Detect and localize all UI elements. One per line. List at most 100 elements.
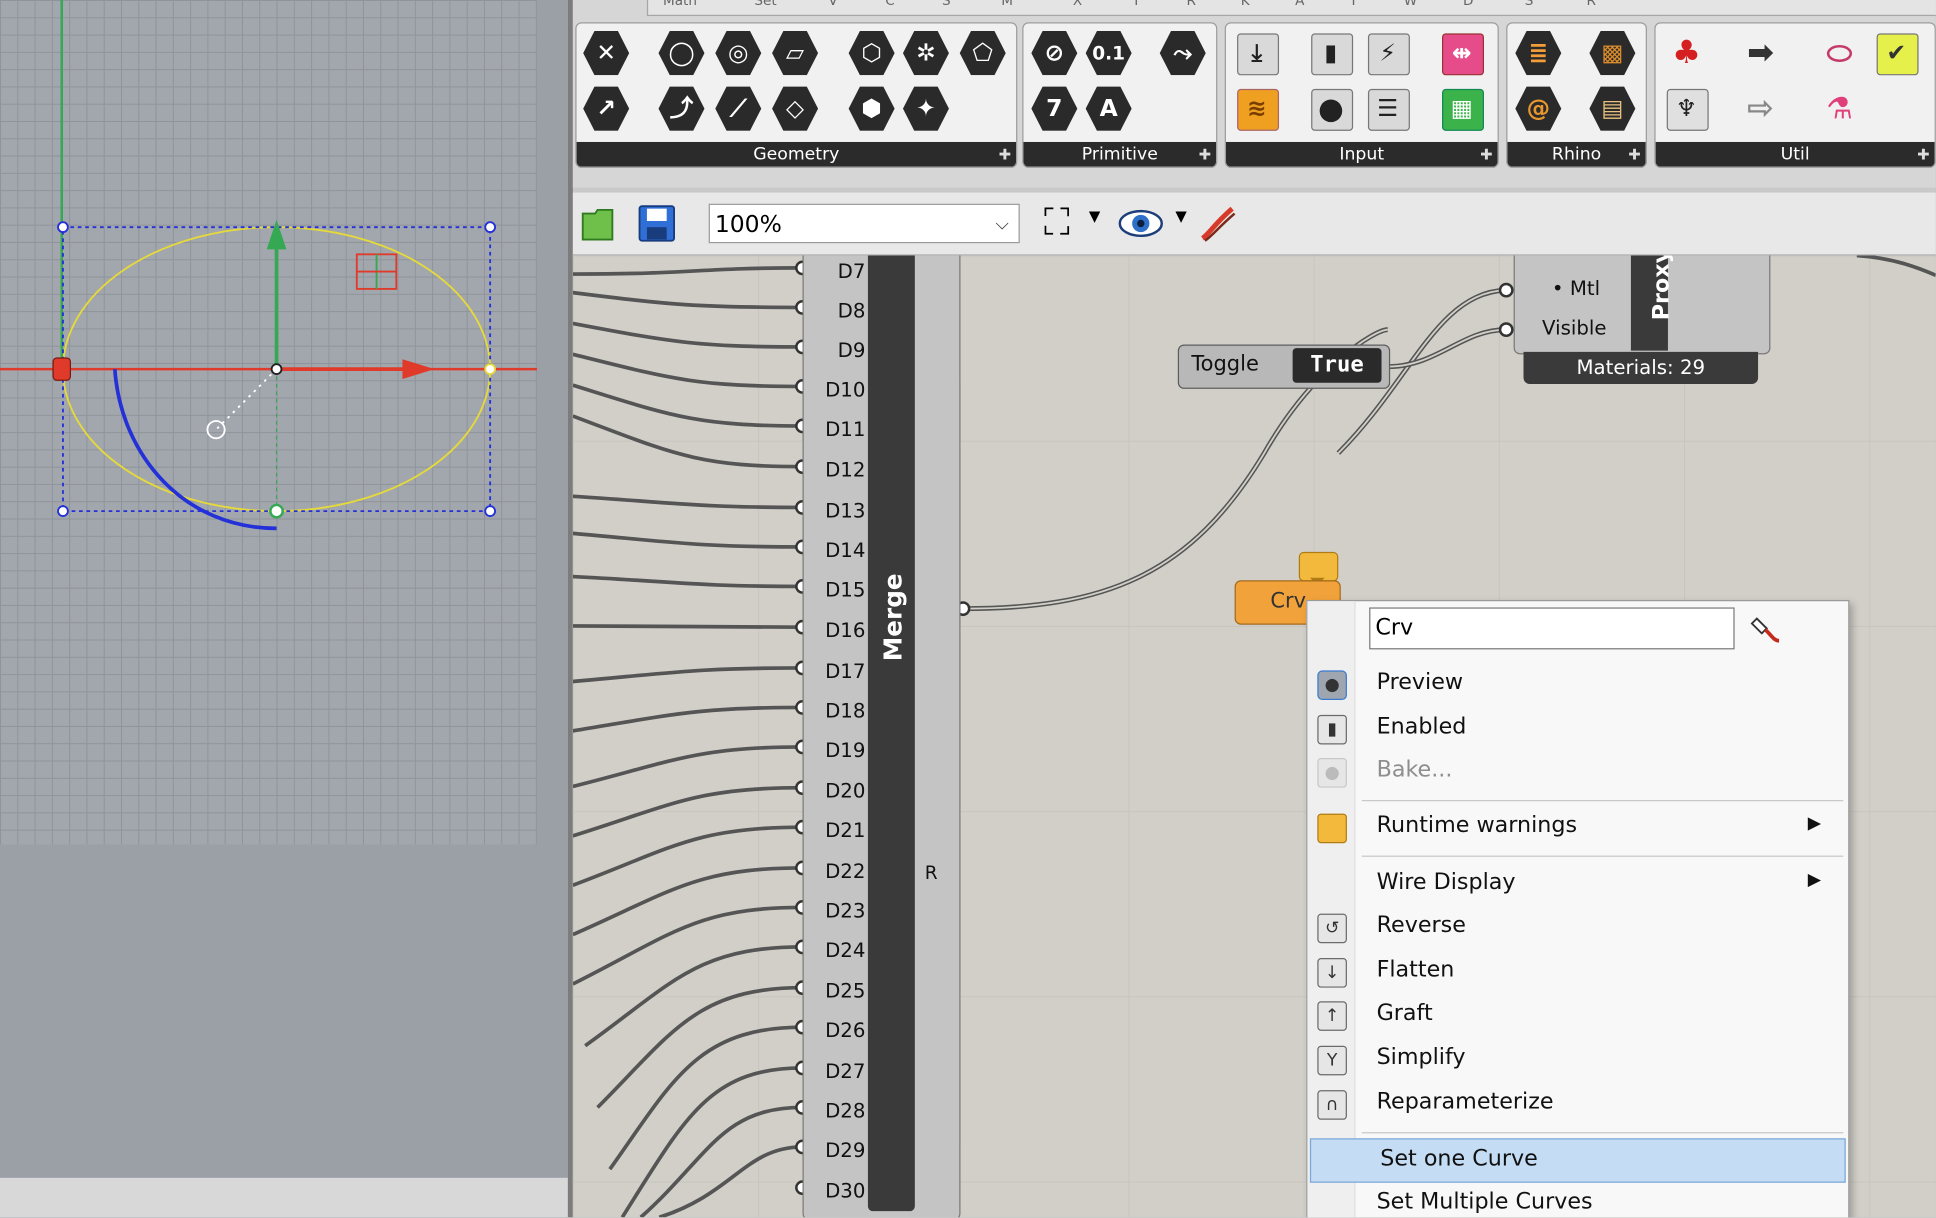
slider-icon[interactable]: ⚡ xyxy=(1364,30,1411,77)
merge-port-d16[interactable]: D16 xyxy=(816,619,865,642)
nickname-input[interactable]: Crv xyxy=(1369,607,1735,650)
save-file-icon[interactable] xyxy=(637,204,677,244)
brush-icon[interactable] xyxy=(1749,614,1781,646)
menu-item-set-one-curve[interactable]: Set one Curve xyxy=(1309,1138,1846,1183)
viewport-geometry[interactable] xyxy=(0,0,568,864)
merge-component[interactable]: Merge D7 D8 D9 D10 D11 D12 D13 D14 D15 D… xyxy=(802,255,961,1218)
line-icon[interactable]: ⟋ xyxy=(715,85,762,132)
merge-port-d11[interactable]: D11 xyxy=(816,417,865,440)
merge-port-d26[interactable]: D26 xyxy=(816,1019,865,1042)
merge-port-d25[interactable]: D25 xyxy=(816,979,865,1002)
arc-icon[interactable]: ⤴ xyxy=(658,85,705,132)
merge-port-d8[interactable]: D8 xyxy=(816,299,866,322)
curve-icon[interactable]: ▱ xyxy=(772,30,819,77)
expand-group-icon[interactable]: ✚ xyxy=(1628,142,1640,167)
circular-icon[interactable]: ◎ xyxy=(715,30,762,77)
menu-item-graft[interactable]: ↑ Graft xyxy=(1307,994,1845,1036)
signal-icon[interactable]: ≋ xyxy=(1233,85,1280,132)
merge-port-d13[interactable]: D13 xyxy=(816,499,865,522)
preview-eye-icon[interactable] xyxy=(1118,204,1163,244)
menu-item-runtime-warnings[interactable]: Runtime warnings ▶ xyxy=(1307,806,1845,848)
tab-transform[interactable]: T xyxy=(1132,0,1140,9)
merge-port-d28[interactable]: D28 xyxy=(816,1099,865,1122)
expand-group-icon[interactable]: ✚ xyxy=(1480,142,1492,167)
merge-port-d17[interactable]: D17 xyxy=(816,659,865,682)
path-icon[interactable]: ⤳ xyxy=(1159,30,1206,77)
menu-item-flatten[interactable]: ↓ Flatten xyxy=(1307,951,1845,993)
vector-icon[interactable]: ↗ xyxy=(583,85,630,132)
button-icon[interactable]: ● xyxy=(1307,85,1354,132)
flask-icon[interactable]: ⬭ xyxy=(1816,30,1863,77)
import-icon[interactable]: ⤓ xyxy=(1233,30,1280,77)
number-icon[interactable]: ⊘ xyxy=(1031,30,1078,77)
field-icon[interactable]: ⬠ xyxy=(959,30,1006,77)
merge-port-d14[interactable]: D14 xyxy=(816,538,865,561)
tab-a[interactable]: A xyxy=(1295,0,1304,9)
toggle-value[interactable]: True xyxy=(1292,348,1382,383)
tab-display[interactable]: R xyxy=(1186,0,1195,9)
point-icon[interactable]: ✦ xyxy=(902,85,949,132)
merge-port-d22[interactable]: D22 xyxy=(816,859,865,882)
check-icon[interactable]: ✔ xyxy=(1873,30,1920,77)
graph-icon[interactable]: ⇹ xyxy=(1438,30,1485,77)
menu-item-reverse[interactable]: ↺ Reverse xyxy=(1307,906,1845,948)
cherry-icon[interactable]: ♣ xyxy=(1663,30,1710,77)
list-icon[interactable]: ☰ xyxy=(1364,85,1411,132)
merge-port-d27[interactable]: D27 xyxy=(816,1059,865,1082)
arrow-outline-icon[interactable]: ⇨ xyxy=(1737,85,1784,132)
merge-port-d21[interactable]: D21 xyxy=(816,819,865,842)
proxy-input-mtl[interactable]: • Mtl xyxy=(1552,277,1600,300)
tab-surface[interactable]: S xyxy=(942,0,951,9)
proxy-component[interactable]: • Mtl Visible Proxy xyxy=(1513,255,1771,355)
preview-dropdown-arrow[interactable]: ▼ xyxy=(1175,207,1186,224)
arrow-right-icon[interactable]: ➡ xyxy=(1737,30,1784,77)
zoom-select[interactable]: 100% ⌵ xyxy=(708,203,1020,244)
boolean-toggle[interactable]: Toggle True xyxy=(1177,344,1391,389)
menu-item-simplify[interactable]: Y Simplify xyxy=(1307,1038,1845,1080)
proxy-mtl-grip[interactable] xyxy=(1498,282,1514,298)
merge-port-d30[interactable]: D30 xyxy=(816,1179,865,1202)
merge-port-d19[interactable]: D19 xyxy=(816,738,865,761)
tab-r[interactable]: R xyxy=(1586,0,1595,9)
menu-item-wire-display[interactable]: Wire Display ▶ xyxy=(1307,863,1845,905)
circle-icon[interactable]: ◯ xyxy=(658,30,705,77)
tab-math[interactable]: Math xyxy=(663,0,697,9)
expand-group-icon[interactable]: ✚ xyxy=(999,142,1011,167)
zoom-extents-icon[interactable]: ⛶ xyxy=(1035,203,1079,244)
gumball-center[interactable] xyxy=(270,363,283,376)
gumball-x-arrowhead[interactable] xyxy=(402,359,435,380)
merge-port-d20[interactable]: D20 xyxy=(816,779,865,802)
merge-port-d23[interactable]: D23 xyxy=(816,899,865,922)
text-icon[interactable]: A xyxy=(1085,85,1132,132)
menu-item-preview[interactable]: ● Preview xyxy=(1307,663,1845,705)
selected-arc-curve[interactable] xyxy=(112,369,277,531)
tab-d[interactable]: D xyxy=(1463,0,1473,9)
sketch-pencil-icon[interactable] xyxy=(1198,204,1242,244)
tab-s[interactable]: S xyxy=(1525,0,1534,9)
merge-output-label[interactable]: R xyxy=(925,862,938,884)
tab-w[interactable]: W xyxy=(1404,0,1417,9)
tree-icon[interactable]: ♆ xyxy=(1663,85,1710,132)
merge-port-d12[interactable]: D12 xyxy=(816,458,865,481)
tab-kangaroo[interactable]: K xyxy=(1241,0,1250,9)
grid-icon[interactable]: ▤ xyxy=(1589,85,1636,132)
close-icon[interactable]: ✕ xyxy=(583,30,630,77)
proxy-input-visible[interactable]: Visible xyxy=(1542,316,1607,339)
open-file-icon[interactable] xyxy=(580,204,617,244)
menu-item-set-multiple-curves[interactable]: Set Multiple Curves xyxy=(1307,1183,1845,1218)
merge-port-d29[interactable]: D29 xyxy=(816,1138,865,1161)
tab-vector[interactable]: V xyxy=(828,0,837,9)
menu-item-enabled[interactable]: ▮ Enabled xyxy=(1307,707,1845,749)
spiral-icon[interactable]: @ xyxy=(1515,85,1562,132)
mesh-icon[interactable]: ✲ xyxy=(902,30,949,77)
texture-icon[interactable]: ▩ xyxy=(1589,30,1636,77)
merge-port-d9[interactable]: D9 xyxy=(816,338,866,361)
layer-icon[interactable]: ≣ xyxy=(1515,30,1562,77)
gumball-y-arrowhead[interactable] xyxy=(266,219,287,250)
merge-port-d18[interactable]: D18 xyxy=(816,699,865,722)
merge-port-d7[interactable]: D7 xyxy=(816,259,866,282)
merge-port-d15[interactable]: D15 xyxy=(816,578,865,601)
potion-icon[interactable]: ⚗ xyxy=(1816,85,1863,132)
ribbon-tab-strip[interactable]: Math Set V C S M X T R K A T W D S R xyxy=(646,0,1936,17)
merge-port-d24[interactable]: D24 xyxy=(816,938,865,961)
